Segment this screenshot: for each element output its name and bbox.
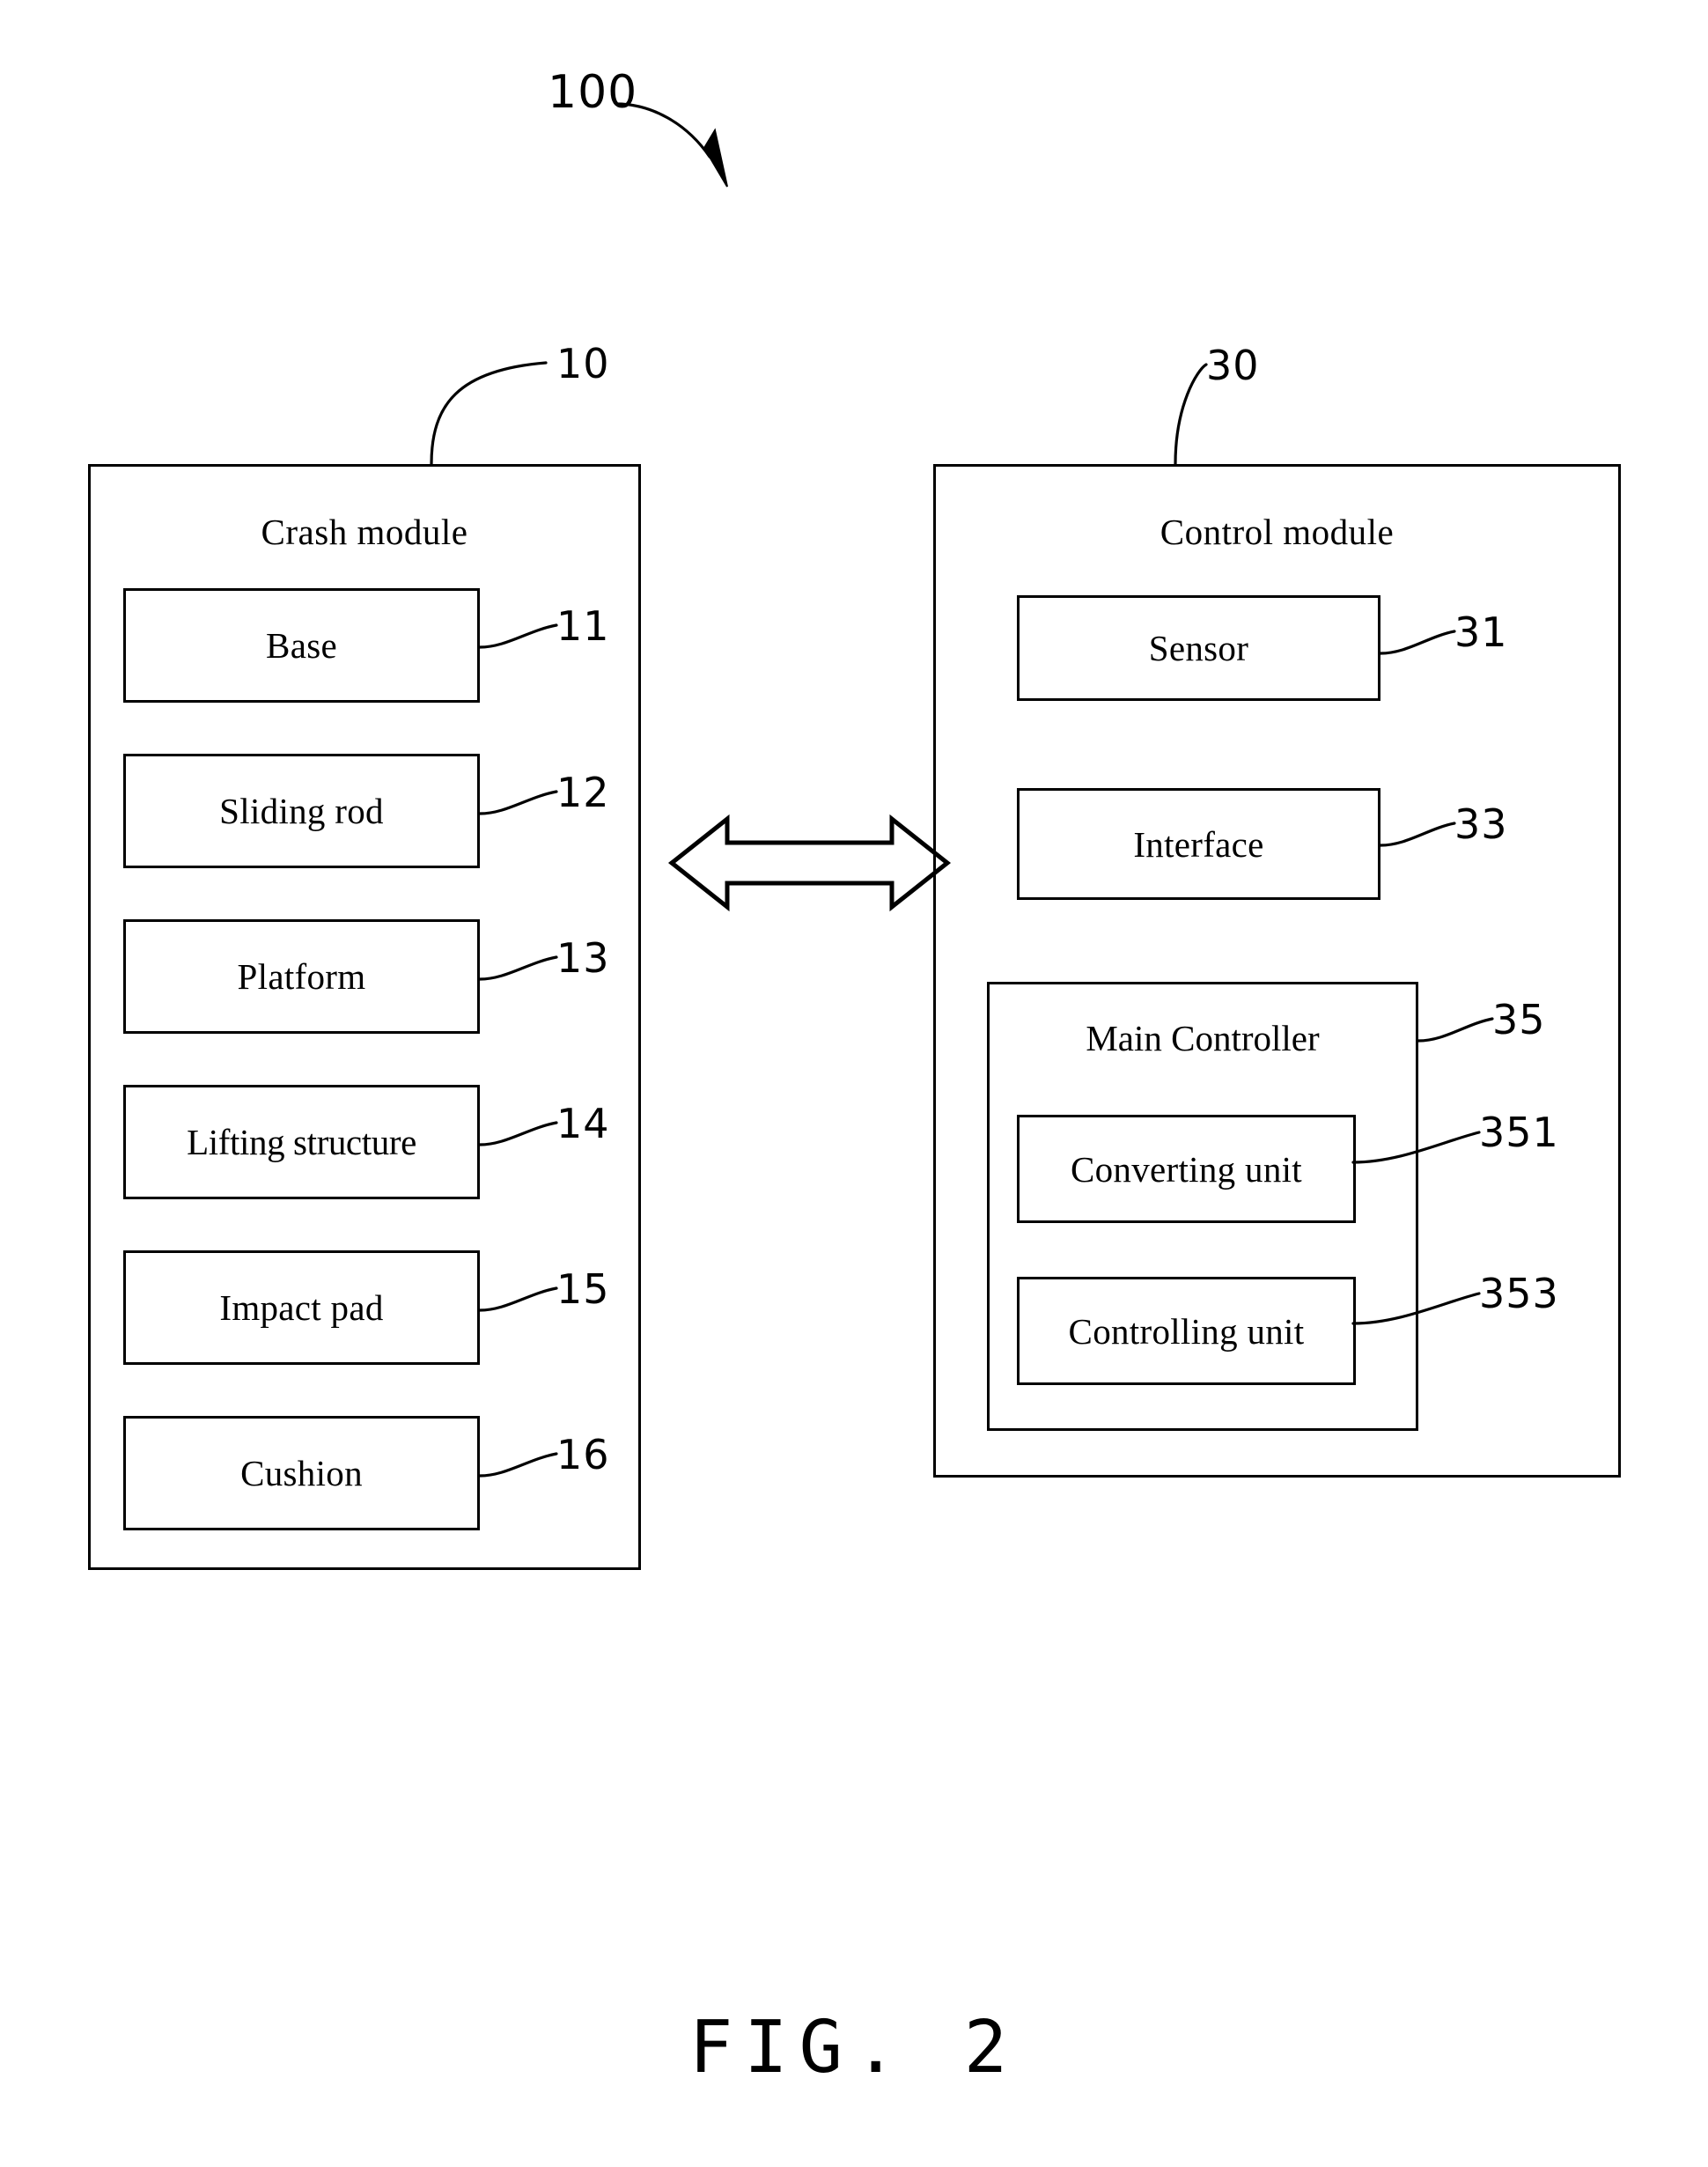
- ref-number-controlling-unit: 353: [1479, 1270, 1559, 1317]
- component-label-cushion: Cushion: [240, 1453, 363, 1493]
- component-box-controlling-unit[interactable]: Controlling unit: [1017, 1277, 1356, 1385]
- ref-number-sliding-rod: 12: [556, 769, 610, 816]
- ref-number-main-controller: 35: [1492, 996, 1546, 1043]
- leader-line-30: [1174, 363, 1208, 466]
- ref-number-interface: 33: [1454, 800, 1508, 848]
- ref-number-control-module: 30: [1206, 342, 1260, 389]
- ref-number-base: 11: [556, 602, 610, 650]
- component-label-base: Base: [266, 625, 337, 666]
- component-box-impact-pad[interactable]: Impact pad: [123, 1250, 480, 1365]
- component-box-base[interactable]: Base: [123, 588, 480, 703]
- component-label-platform: Platform: [237, 956, 366, 997]
- component-label-controlling-unit: Controlling unit: [1068, 1310, 1305, 1352]
- control-module-title: Control module: [1160, 512, 1395, 552]
- ref-number-converting-unit: 351: [1479, 1109, 1559, 1156]
- component-label-lifting-structure: Lifting structure: [187, 1122, 416, 1162]
- component-box-sensor[interactable]: Sensor: [1017, 595, 1380, 701]
- ref-number-impact-pad: 15: [556, 1265, 610, 1313]
- component-label-interface: Interface: [1133, 823, 1264, 865]
- component-label-sensor: Sensor: [1148, 628, 1249, 668]
- leader-arrowhead-100: [703, 128, 728, 188]
- patent-figure-page: 100 Crash module 10 Base 11 Sliding rod …: [0, 0, 1708, 2167]
- component-label-impact-pad: Impact pad: [219, 1287, 384, 1328]
- ref-number-system: 100: [548, 66, 638, 119]
- component-box-platform[interactable]: Platform: [123, 919, 480, 1034]
- ref-number-sensor: 31: [1454, 608, 1508, 656]
- component-box-lifting-structure[interactable]: Lifting structure: [123, 1085, 480, 1199]
- main-controller-title: Main Controller: [1086, 1018, 1320, 1058]
- ref-number-lifting-structure: 14: [556, 1100, 610, 1147]
- figure-caption: FIG. 2: [688, 2006, 1020, 2090]
- component-label-sliding-rod: Sliding rod: [219, 791, 384, 831]
- ref-number-crash-module: 10: [556, 340, 610, 387]
- component-box-cushion[interactable]: Cushion: [123, 1416, 480, 1530]
- component-label-converting-unit: Converting unit: [1070, 1148, 1302, 1190]
- ref-number-cushion: 16: [556, 1431, 610, 1478]
- leader-line-10: [430, 361, 548, 466]
- crash-module-title: Crash module: [261, 512, 468, 552]
- ref-number-platform: 13: [556, 934, 610, 982]
- component-box-converting-unit[interactable]: Converting unit: [1017, 1115, 1356, 1223]
- component-box-sliding-rod[interactable]: Sliding rod: [123, 754, 480, 868]
- component-box-interface[interactable]: Interface: [1017, 788, 1380, 900]
- component-box-main-controller[interactable]: Main Controller Converting unit Controll…: [987, 982, 1418, 1431]
- bidirectional-arrow-icon: [667, 814, 952, 912]
